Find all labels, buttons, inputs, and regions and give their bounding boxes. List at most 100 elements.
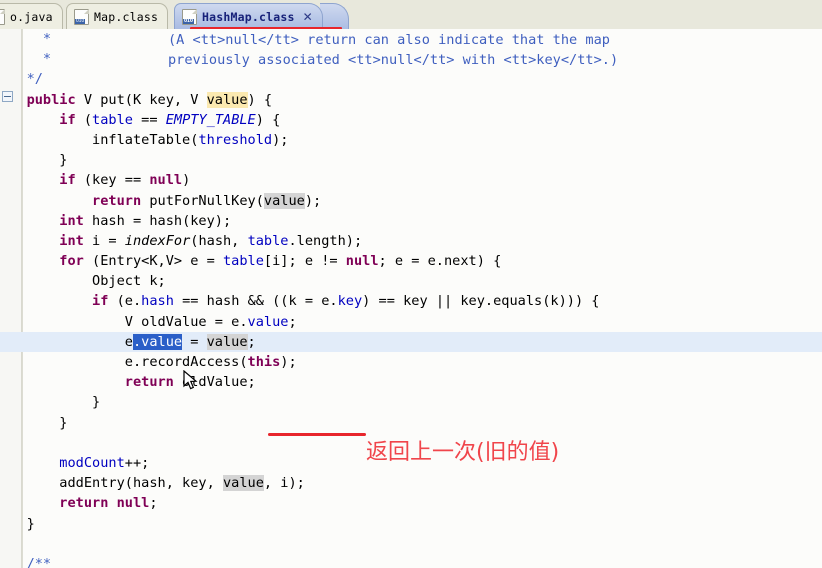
code-token: indexFor (124, 232, 191, 249)
code-line[interactable]: if (table == EMPTY_TABLE) { (0, 110, 822, 130)
close-icon[interactable]: ✕ (303, 10, 313, 24)
occurrence-highlight: value (263, 192, 305, 209)
code-token: (Entry<K,V> e = (83, 253, 223, 270)
code-token: value (247, 313, 289, 330)
code-line[interactable]: /** (0, 554, 822, 568)
code-token: putForNullKey( (141, 192, 264, 209)
code-token: key (337, 293, 363, 310)
code-line[interactable]: int i = indexFor(hash, table.length); (0, 231, 822, 251)
code-token: ); (304, 192, 322, 209)
code-token: V oldValue = e. (124, 313, 248, 330)
code-line[interactable]: */ (0, 69, 822, 89)
tab-map-class[interactable]: 010 Map.class (66, 3, 169, 29)
code-token: , i); (263, 475, 305, 492)
keyword-token: if (92, 293, 109, 310)
code-token: [i]; e != (263, 253, 346, 270)
code-token: ; (288, 313, 297, 330)
write-occurrence-highlight: value (206, 91, 248, 108)
class-file-icon: 010 (182, 8, 197, 25)
source-code[interactable]: * * */ public V put(K key, V value) { if… (0, 29, 822, 568)
keyword-token: if (59, 111, 76, 128)
keyword-token: return (59, 495, 109, 512)
code-token: ++; (124, 454, 150, 471)
class-icon-bits: 010 (183, 18, 194, 24)
code-token: (hash, (190, 232, 248, 249)
code-token: table (223, 253, 264, 270)
code-line[interactable]: } (0, 413, 822, 433)
code-token: e.recordAccess( (124, 354, 248, 370)
tab-label: HashMap.class (202, 9, 295, 24)
code-line[interactable]: public V put(K key, V value) { (0, 90, 822, 110)
code-line[interactable]: e.value = value; (0, 331, 822, 352)
selected-token: .value (132, 333, 183, 350)
code-token: } (92, 394, 101, 411)
comment-token: /** (26, 555, 52, 568)
keyword-token: int (59, 212, 84, 229)
code-token: (e. (108, 293, 142, 310)
red-underline-annotation (268, 433, 366, 436)
code-line[interactable]: addEntry(hash, key, value, i); (0, 473, 822, 493)
code-line[interactable]: e.recordAccess(this); (0, 352, 822, 372)
code-token: } (59, 414, 68, 431)
code-token: } (26, 515, 35, 532)
code-editor-area[interactable]: * * */ public V put(K key, V value) { if… (0, 29, 822, 568)
code-token: ; e = e.next) { (378, 253, 502, 270)
mouse-cursor-icon (183, 370, 198, 390)
code-line[interactable]: return null; (0, 493, 822, 513)
code-token: ) == key || key.equals(k))) { (362, 293, 600, 310)
code-token: ); (272, 131, 289, 148)
code-token: == hash && ((k = e. (173, 293, 338, 310)
chinese-annotation-text: 返回上一次(旧的值) (366, 440, 560, 465)
code-token: ) { (255, 111, 281, 128)
code-token: hash = hash(key); (83, 212, 232, 229)
occurrence-highlight: value (222, 475, 264, 492)
code-token: V put(K key, V (75, 91, 207, 108)
code-token: EMPTY_TABLE (165, 111, 256, 128)
code-token: ; (149, 495, 158, 512)
code-token: .length); (288, 232, 363, 249)
code-token: i = (83, 232, 125, 249)
code-line[interactable]: V oldValue = e.value; (0, 312, 822, 332)
code-line[interactable]: int hash = hash(key); (0, 211, 822, 231)
code-token: } (59, 152, 68, 169)
code-token: ); (280, 354, 297, 370)
comment-token: * (42, 31, 52, 47)
class-file-icon: 010 (74, 8, 89, 25)
code-token: ( (75, 111, 93, 128)
javadoc-line-1: (A <tt>null</tt> return can also indicat… (168, 32, 610, 48)
code-token: threshold (198, 131, 273, 148)
code-token: addEntry(hash, key, (59, 475, 223, 492)
code-line[interactable]: inflateTable(threshold); (0, 130, 822, 150)
code-line[interactable]: Object k; (0, 271, 822, 291)
code-line[interactable]: if (key == null) (0, 170, 822, 190)
code-line[interactable]: } (0, 150, 822, 170)
comment-token: * (42, 51, 52, 68)
code-line[interactable]: } (0, 514, 822, 534)
code-token: e (124, 333, 133, 350)
comment-token: */ (26, 71, 43, 88)
tab-hashmap-class[interactable]: 010 HashMap.class ✕ (174, 3, 323, 29)
tab-label: o.java (10, 9, 53, 24)
code-line[interactable]: if (e.hash == hash && ((k = e.key) == ke… (0, 291, 822, 311)
keyword-token: public (26, 91, 76, 108)
code-token: (key == (75, 172, 150, 189)
code-token: ) (182, 172, 191, 189)
java-file-icon (0, 8, 5, 25)
tab-curve-decoration (320, 3, 349, 29)
class-icon-bits: 010 (75, 18, 85, 24)
keyword-token: return (92, 192, 142, 209)
occurrence-highlight: value (206, 333, 248, 350)
code-token: table (92, 111, 133, 128)
code-line[interactable] (0, 534, 822, 554)
code-line[interactable]: return putForNullKey(value); (0, 191, 822, 211)
code-line[interactable]: for (Entry<K,V> e = table[i]; e != null;… (0, 251, 822, 271)
code-token: Object k; (92, 273, 166, 290)
keyword-token: null (149, 172, 183, 189)
code-line[interactable]: return oldValue; (0, 372, 822, 392)
code-line[interactable]: } (0, 392, 822, 412)
keyword-token: if (59, 172, 76, 189)
tab-o-java[interactable]: o.java (0, 3, 63, 29)
keyword-token: null (345, 253, 379, 270)
code-token: inflateTable( (92, 131, 199, 148)
code-token: = (182, 333, 207, 350)
